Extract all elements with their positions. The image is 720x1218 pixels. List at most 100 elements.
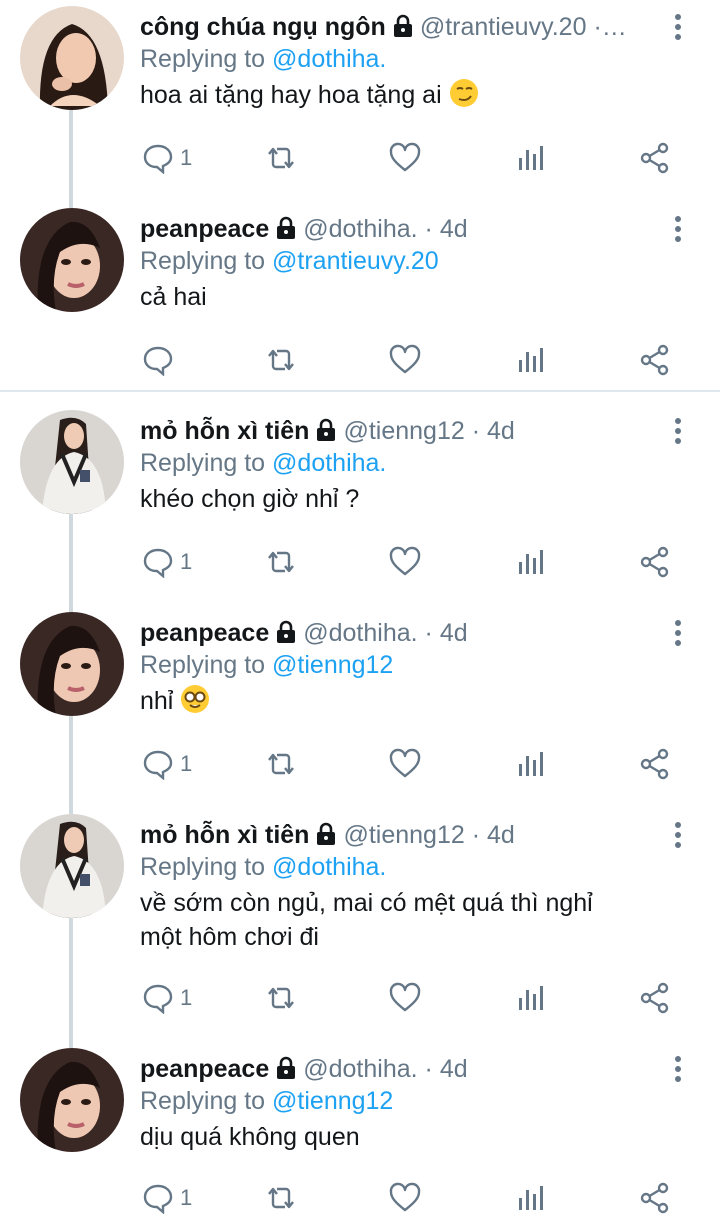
more-options-icon[interactable] bbox=[666, 416, 690, 446]
analytics-icon bbox=[519, 550, 543, 574]
tweet-text: hoa ai tặng hay hoa tặng ai bbox=[140, 78, 680, 117]
replying-to-label: Replying to bbox=[140, 1087, 273, 1115]
tweet-actions: 1 bbox=[0, 1178, 720, 1218]
display-name[interactable]: mỏ hỗn xì tiên bbox=[140, 821, 309, 849]
retweet-button[interactable] bbox=[263, 542, 299, 582]
analytics-button[interactable] bbox=[516, 744, 546, 784]
lock-icon bbox=[392, 13, 414, 47]
timestamp[interactable]: 4d bbox=[487, 821, 515, 849]
reply-button[interactable]: 1 bbox=[142, 138, 192, 178]
display-name[interactable]: mỏ hỗn xì tiên bbox=[140, 417, 309, 445]
replying-to-mention[interactable]: @dothiha. bbox=[272, 449, 386, 477]
avatar[interactable] bbox=[20, 814, 124, 918]
tweet-actions: 1 bbox=[0, 542, 720, 582]
more-options-icon[interactable] bbox=[666, 12, 690, 42]
heart-icon bbox=[389, 142, 421, 172]
reply-button[interactable]: 1 bbox=[142, 744, 192, 784]
tweet-text: khéo chọn giờ nhỉ ? bbox=[140, 485, 360, 513]
display-name[interactable]: peanpeace bbox=[140, 215, 269, 243]
replying-to-line: Replying to @tienng12 bbox=[140, 648, 393, 682]
like-button[interactable] bbox=[388, 978, 422, 1018]
user-handle[interactable]: @trantieuvy.20 bbox=[420, 13, 587, 41]
like-button[interactable] bbox=[388, 744, 422, 784]
analytics-button[interactable] bbox=[516, 138, 546, 178]
more-options-icon[interactable] bbox=[666, 618, 690, 648]
reply-icon bbox=[143, 548, 173, 578]
tweet[interactable]: công chúa ngụ ngôn @trantieuvy.20 ·… Repl… bbox=[0, 0, 720, 200]
display-name[interactable]: peanpeace bbox=[140, 619, 269, 647]
tweet-actions: 1 bbox=[0, 138, 720, 178]
replying-to-mention[interactable]: @tienng12 bbox=[272, 651, 393, 679]
share-button[interactable] bbox=[638, 542, 672, 582]
user-handle[interactable]: @tienng12 bbox=[343, 821, 464, 849]
analytics-button[interactable] bbox=[516, 340, 546, 380]
reply-count: 1 bbox=[180, 1185, 193, 1210]
timestamp[interactable]: 4d bbox=[440, 1055, 468, 1083]
conversation-divider bbox=[0, 390, 720, 392]
reply-button[interactable]: 1 bbox=[142, 542, 192, 582]
tweet[interactable]: peanpeace @dothiha. · 4d Replying to @tie… bbox=[0, 606, 720, 806]
share-button[interactable] bbox=[638, 340, 672, 380]
tweet[interactable]: mỏ hỗn xì tiên @tienng12 · 4d Replying to… bbox=[0, 404, 720, 604]
share-icon bbox=[640, 982, 669, 1014]
replying-to-line: Replying to @dothiha. bbox=[140, 850, 386, 884]
avatar[interactable] bbox=[20, 6, 124, 110]
user-handle[interactable]: @dothiha. bbox=[303, 215, 417, 243]
avatar[interactable] bbox=[20, 410, 124, 514]
timestamp[interactable]: 4d bbox=[440, 215, 468, 243]
tweet[interactable]: peanpeace @dothiha. · 4d Replying to @tie… bbox=[0, 1042, 720, 1215]
user-handle[interactable]: @tienng12 bbox=[343, 417, 464, 445]
more-options-icon[interactable] bbox=[666, 214, 690, 244]
avatar[interactable] bbox=[20, 1048, 124, 1152]
retweet-button[interactable] bbox=[263, 340, 299, 380]
replying-to-mention[interactable]: @tienng12 bbox=[272, 1087, 393, 1115]
reply-button[interactable]: 1 bbox=[142, 978, 192, 1018]
reply-count: 1 bbox=[180, 549, 193, 574]
retweet-button[interactable] bbox=[263, 138, 299, 178]
share-button[interactable] bbox=[638, 978, 672, 1018]
reply-button[interactable] bbox=[142, 340, 180, 380]
analytics-button[interactable] bbox=[516, 542, 546, 582]
timestamp[interactable]: 4d bbox=[487, 417, 515, 445]
more-options-icon[interactable] bbox=[666, 1054, 690, 1084]
time-separator: · bbox=[424, 1055, 433, 1083]
more-options-icon[interactable] bbox=[666, 820, 690, 850]
time-separator: · bbox=[471, 417, 481, 445]
like-button[interactable] bbox=[388, 138, 422, 178]
user-handle[interactable]: @dothiha. bbox=[303, 1055, 417, 1083]
reply-icon bbox=[143, 346, 173, 376]
analytics-button[interactable] bbox=[516, 1178, 546, 1218]
retweet-icon bbox=[268, 551, 294, 573]
share-icon bbox=[640, 748, 669, 780]
retweet-button[interactable] bbox=[263, 744, 299, 784]
tweet[interactable]: mỏ hỗn xì tiên @tienng12 · 4d Replying to… bbox=[0, 808, 720, 1040]
user-handle[interactable]: @dothiha. bbox=[303, 619, 417, 647]
like-button[interactable] bbox=[388, 542, 422, 582]
avatar[interactable] bbox=[20, 612, 124, 716]
reply-count: 1 bbox=[180, 985, 193, 1010]
heart-icon bbox=[389, 1182, 421, 1212]
time-separator: ·… bbox=[593, 13, 627, 41]
like-button[interactable] bbox=[388, 1178, 422, 1218]
like-button[interactable] bbox=[388, 340, 422, 380]
reply-count: 1 bbox=[180, 145, 193, 170]
replying-to-mention[interactable]: @trantieuvy.20 bbox=[272, 247, 439, 275]
analytics-icon bbox=[519, 1186, 543, 1210]
share-button[interactable] bbox=[638, 138, 672, 178]
display-name[interactable]: peanpeace bbox=[140, 1055, 269, 1083]
replying-to-mention[interactable]: @dothiha. bbox=[272, 45, 386, 73]
share-button[interactable] bbox=[638, 744, 672, 784]
retweet-button[interactable] bbox=[263, 1178, 299, 1218]
smirk-face-icon bbox=[449, 78, 479, 117]
replying-to-mention[interactable]: @dothiha. bbox=[272, 853, 386, 881]
share-icon bbox=[640, 344, 669, 376]
timestamp[interactable]: 4d bbox=[440, 619, 468, 647]
avatar[interactable] bbox=[20, 208, 124, 312]
display-name[interactable]: công chúa ngụ ngôn bbox=[140, 13, 386, 41]
reply-button[interactable]: 1 bbox=[142, 1178, 192, 1218]
share-button[interactable] bbox=[638, 1178, 672, 1218]
tweet-text: cả hai bbox=[140, 283, 207, 311]
retweet-button[interactable] bbox=[263, 978, 299, 1018]
tweet[interactable]: peanpeace @dothiha. · 4d Replying to @tra… bbox=[0, 202, 720, 390]
analytics-button[interactable] bbox=[516, 978, 546, 1018]
